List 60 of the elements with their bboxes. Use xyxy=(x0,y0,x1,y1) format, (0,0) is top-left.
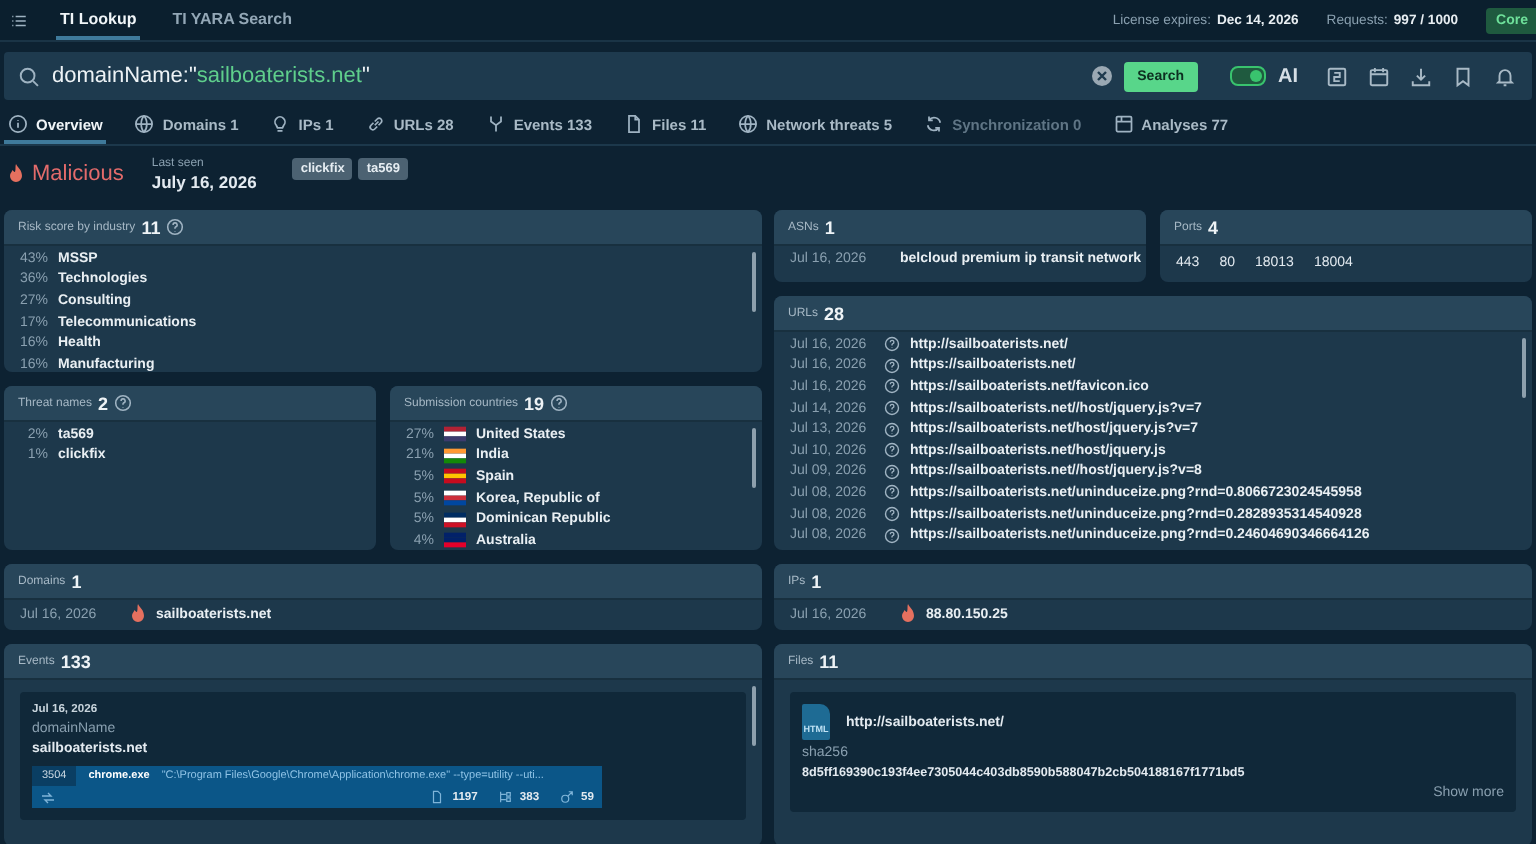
help-icon xyxy=(884,421,900,438)
help-icon xyxy=(884,357,900,374)
clear-icon[interactable] xyxy=(1091,66,1112,86)
link-icon xyxy=(365,114,386,134)
arrows-icon xyxy=(40,789,56,805)
verdict-label: Malicious xyxy=(32,162,124,186)
info-icon xyxy=(8,114,28,134)
panel-count: 4 xyxy=(1208,217,1219,237)
help-icon xyxy=(884,527,900,544)
download-icon xyxy=(1410,65,1432,87)
panel-count: 1 xyxy=(824,217,835,237)
help-icon xyxy=(884,400,900,417)
app-tab[interactable]: TI Lookup xyxy=(56,0,141,40)
panel-count: 19 xyxy=(524,393,545,413)
calendar-icon xyxy=(1368,65,1390,87)
last-seen-date: July 16, 2026 xyxy=(151,171,257,191)
flag-icon xyxy=(444,490,466,507)
app-tab[interactable]: TI YARA Search xyxy=(168,0,296,40)
scrollbar[interactable] xyxy=(1522,338,1526,398)
menu-icon xyxy=(10,11,28,29)
panel-count: 1 xyxy=(811,571,822,591)
help-icon xyxy=(884,463,900,480)
globe-icon xyxy=(738,114,759,134)
scrollbar[interactable] xyxy=(752,428,756,488)
help-icon xyxy=(114,394,133,412)
help-icon xyxy=(550,394,569,412)
bulb-icon xyxy=(270,114,291,134)
panel-count: 133 xyxy=(60,651,91,671)
bookmark-icon xyxy=(1452,65,1474,87)
flag-icon xyxy=(444,468,466,485)
archive-icon xyxy=(1113,114,1134,134)
flag-icon xyxy=(444,426,466,443)
help-icon xyxy=(884,378,900,395)
sync-icon xyxy=(924,114,945,134)
ai-label: AI xyxy=(1278,65,1298,87)
tree-icon xyxy=(497,790,512,804)
panel-count: 1 xyxy=(71,571,82,591)
flame-icon xyxy=(130,604,146,625)
bell-icon xyxy=(1494,65,1516,87)
flame-icon xyxy=(900,604,916,625)
flame-icon xyxy=(8,164,24,184)
flag-icon xyxy=(444,447,466,464)
flag-icon xyxy=(444,511,466,528)
ai-toggle[interactable] xyxy=(1230,66,1266,86)
panel-count: 11 xyxy=(141,217,161,237)
help-icon xyxy=(884,442,900,459)
help-icon xyxy=(884,336,900,353)
panel-count: 2 xyxy=(98,393,109,413)
help-icon xyxy=(166,218,185,236)
flag-icon xyxy=(444,532,466,549)
help-icon xyxy=(884,484,900,501)
search-icon xyxy=(18,65,40,87)
globe-icon xyxy=(134,114,155,134)
query-text: domainName:"sailboaterists.net" xyxy=(52,64,370,88)
branch-icon xyxy=(485,114,506,134)
scrollbar[interactable] xyxy=(752,686,756,746)
scrollbar[interactable] xyxy=(752,252,756,312)
help-icon xyxy=(884,506,900,523)
panel-count: 28 xyxy=(824,303,845,323)
panel-count: 11 xyxy=(819,651,839,671)
